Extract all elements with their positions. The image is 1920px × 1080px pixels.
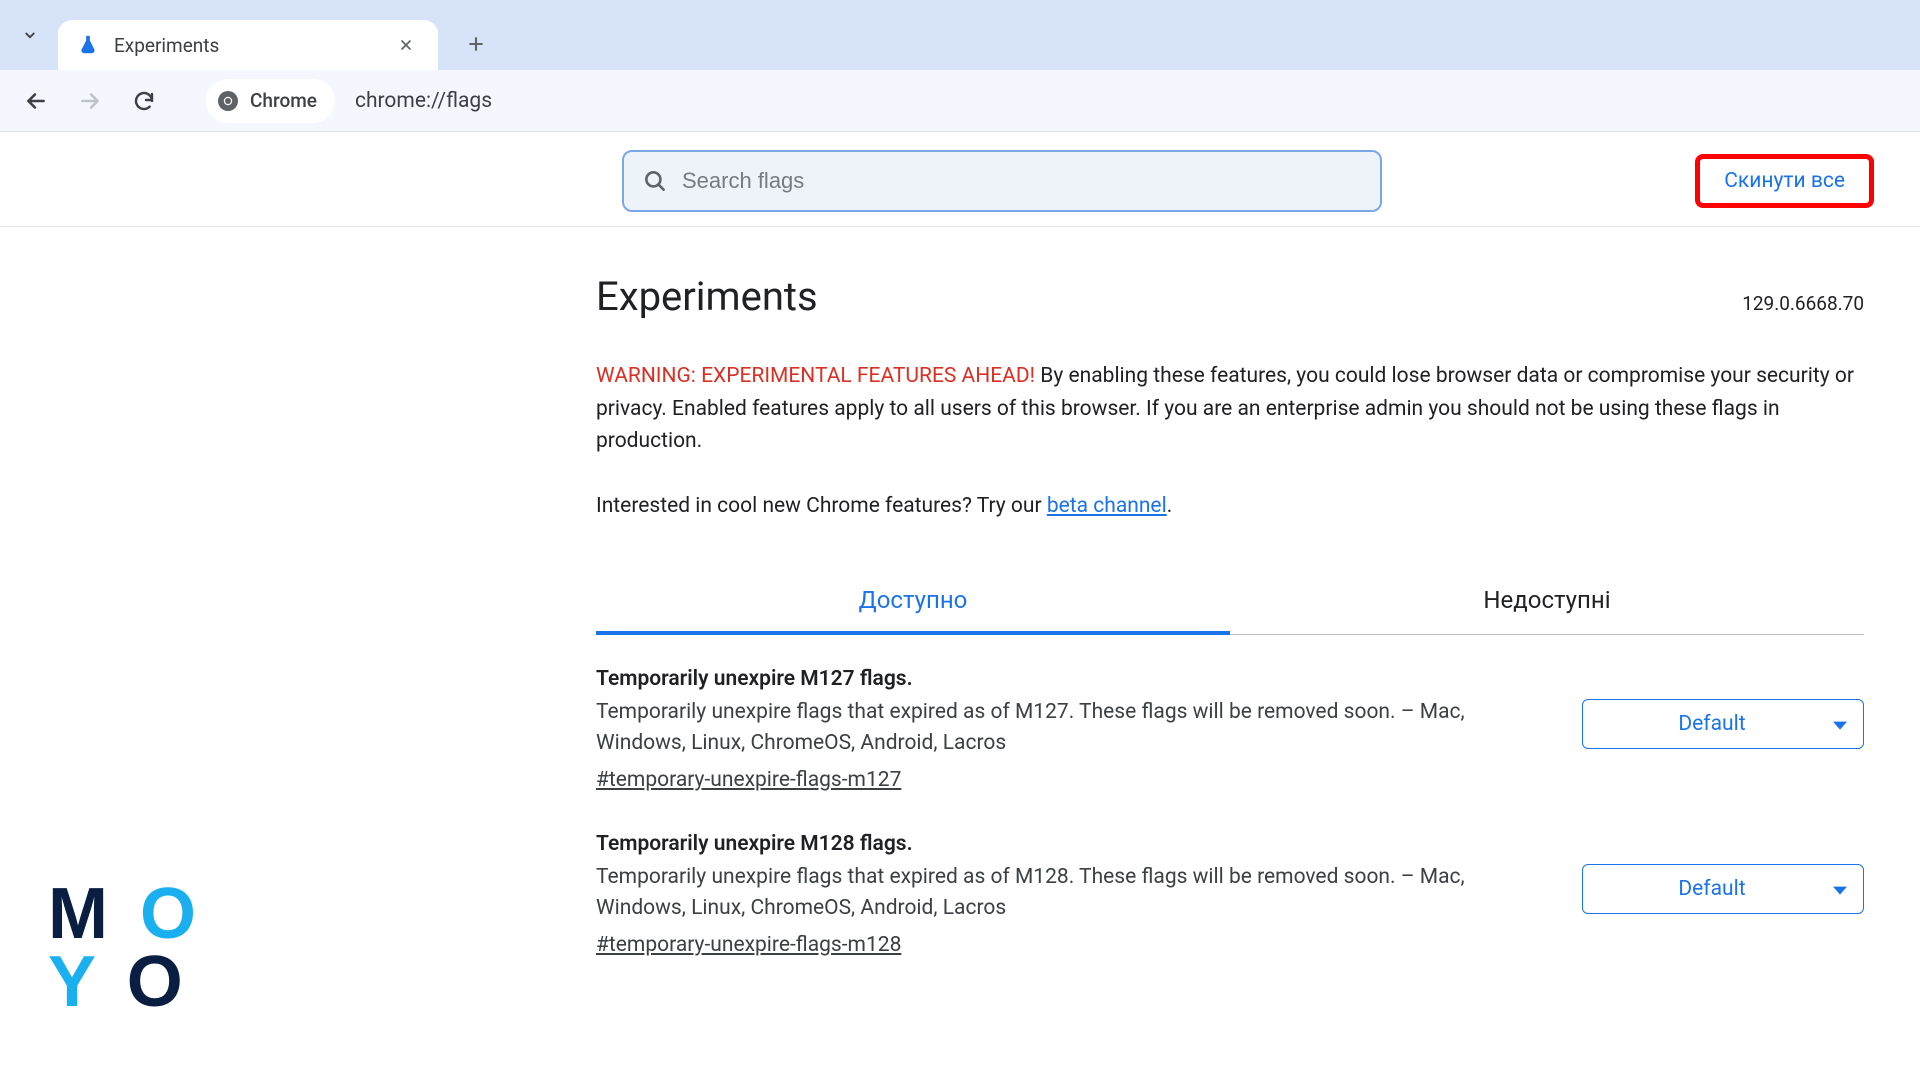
beta-promo-text: Interested in cool new Chrome features? … [596, 494, 1864, 518]
browser-tab-active[interactable]: Experiments [58, 20, 438, 70]
flag-select[interactable]: Default [1582, 864, 1864, 914]
flag-select[interactable]: Default [1582, 699, 1864, 749]
back-button[interactable] [14, 79, 58, 123]
arrow-right-icon [77, 88, 103, 114]
url-text[interactable]: chrome://flags [355, 89, 492, 113]
tab-title: Experiments [114, 34, 392, 57]
reload-icon [132, 89, 156, 113]
tab-available[interactable]: Доступно [596, 568, 1230, 634]
watermark-logo: M O Y O [48, 880, 202, 1017]
chrome-logo-icon [216, 89, 240, 113]
flag-anchor-link[interactable]: #temporary-unexpire-flags-m127 [596, 768, 901, 792]
flag-select-value: Default [1678, 712, 1745, 736]
flag-row: Temporarily unexpire M128 flags. Tempora… [596, 800, 1864, 965]
flag-row: Temporarily unexpire M127 flags. Tempora… [596, 635, 1864, 800]
address-bar: Chrome chrome://flags [0, 70, 1920, 132]
close-icon [398, 37, 414, 53]
page-title: Experiments [596, 273, 818, 320]
flag-tabs: Доступно Недоступні [596, 568, 1864, 635]
warning-prefix: WARNING: EXPERIMENTAL FEATURES AHEAD! [596, 364, 1035, 388]
flag-select-value: Default [1678, 877, 1745, 901]
reload-button[interactable] [122, 79, 166, 123]
flag-title: Temporarily unexpire M128 flags. [596, 832, 1554, 856]
plus-icon [466, 34, 486, 54]
reset-all-button-highlight: Скинути все [1695, 154, 1874, 208]
arrow-left-icon [23, 88, 49, 114]
search-row: Скинути все [0, 140, 1920, 227]
flag-title: Temporarily unexpire M127 flags. [596, 667, 1554, 691]
search-icon [642, 168, 668, 194]
tab-search-button[interactable] [10, 15, 50, 55]
version-text: 129.0.6668.70 [1742, 292, 1864, 315]
forward-button[interactable] [68, 79, 112, 123]
search-input[interactable] [682, 168, 1362, 194]
flag-anchor-link[interactable]: #temporary-unexpire-flags-m128 [596, 933, 901, 957]
browser-tab-strip: Experiments [0, 0, 1920, 70]
new-tab-button[interactable] [456, 24, 496, 64]
site-chip-label: Chrome [250, 89, 317, 112]
flag-description: Temporarily unexpire flags that expired … [596, 697, 1554, 760]
tab-close-button[interactable] [392, 35, 420, 55]
beta-channel-link[interactable]: beta channel [1047, 494, 1167, 518]
page-body: Скинути все Experiments 129.0.6668.70 WA… [0, 132, 1920, 965]
tab-unavailable[interactable]: Недоступні [1230, 568, 1864, 634]
flask-icon [76, 33, 100, 57]
site-chip[interactable]: Chrome [206, 79, 335, 123]
warning-text: WARNING: EXPERIMENTAL FEATURES AHEAD! By… [596, 360, 1864, 458]
chevron-down-icon [21, 26, 39, 44]
search-box[interactable] [622, 150, 1382, 212]
flag-description: Temporarily unexpire flags that expired … [596, 862, 1554, 925]
reset-all-button[interactable]: Скинути все [1724, 169, 1845, 193]
